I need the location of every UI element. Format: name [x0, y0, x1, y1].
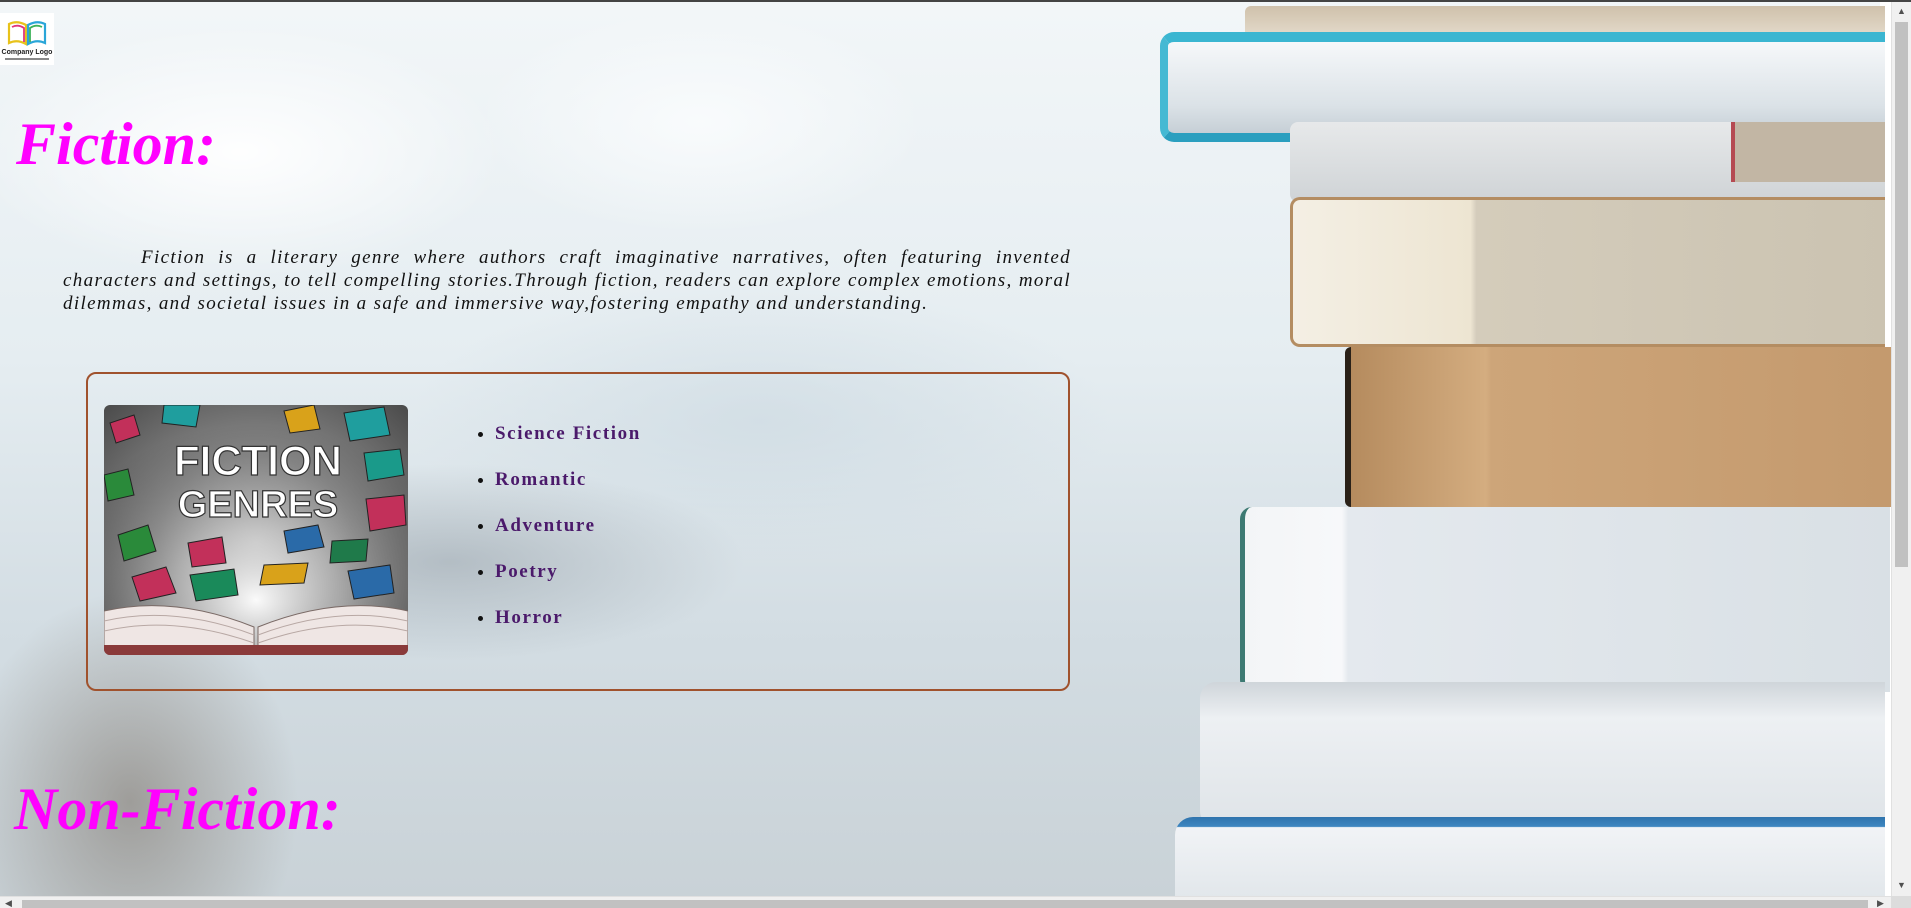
- open-book-logo-icon: [7, 21, 47, 46]
- company-logo[interactable]: Company Logo: [0, 13, 54, 65]
- book: [1200, 682, 1885, 827]
- genre-item-romantic: Romantic: [495, 468, 641, 514]
- genre-list: Science Fiction Romantic Adventure Poetr…: [471, 422, 641, 652]
- genre-item-horror: Horror: [495, 606, 641, 652]
- genre-item-poetry: Poetry: [495, 560, 641, 606]
- book: [1290, 122, 1885, 202]
- fiction-genres-image-title: FICTION: [174, 437, 342, 484]
- vertical-scrollbar[interactable]: ▲ ▼: [1891, 2, 1911, 896]
- book: [1345, 347, 1891, 507]
- book: [1175, 817, 1885, 897]
- logo-tagline-bar: [5, 58, 49, 60]
- fiction-genres-image-subtitle: GENRES: [178, 484, 338, 526]
- scroll-right-icon[interactable]: ▶: [1872, 897, 1889, 908]
- horizontal-scroll-thumb[interactable]: [22, 900, 1868, 908]
- book: [1290, 197, 1885, 347]
- scrollbar-corner: [1891, 896, 1911, 908]
- fiction-genres-card: FICTION GENRES Science Fiction Romantic …: [86, 372, 1070, 691]
- scroll-down-icon[interactable]: ▼: [1892, 876, 1911, 893]
- genre-item-science-fiction: Science Fiction: [495, 422, 641, 468]
- book: [1240, 507, 1890, 692]
- vertical-scroll-thumb[interactable]: [1895, 22, 1908, 567]
- book-stack-image: [1140, 2, 1891, 897]
- scroll-left-icon[interactable]: ◀: [0, 897, 17, 908]
- fiction-description: Fiction is a literary genre where author…: [63, 247, 1071, 314]
- scroll-up-icon[interactable]: ▲: [1892, 2, 1911, 19]
- fiction-heading: Fiction:: [16, 111, 217, 177]
- fiction-genres-image: FICTION GENRES: [104, 405, 408, 655]
- logo-text: Company Logo: [1, 49, 53, 56]
- nonfiction-heading: Non-Fiction:: [14, 776, 341, 842]
- horizontal-scrollbar[interactable]: ◀ ▶: [0, 896, 1891, 908]
- browser-viewport: Company Logo Fiction: Fiction is a liter…: [0, 0, 1911, 908]
- genre-item-adventure: Adventure: [495, 514, 641, 560]
